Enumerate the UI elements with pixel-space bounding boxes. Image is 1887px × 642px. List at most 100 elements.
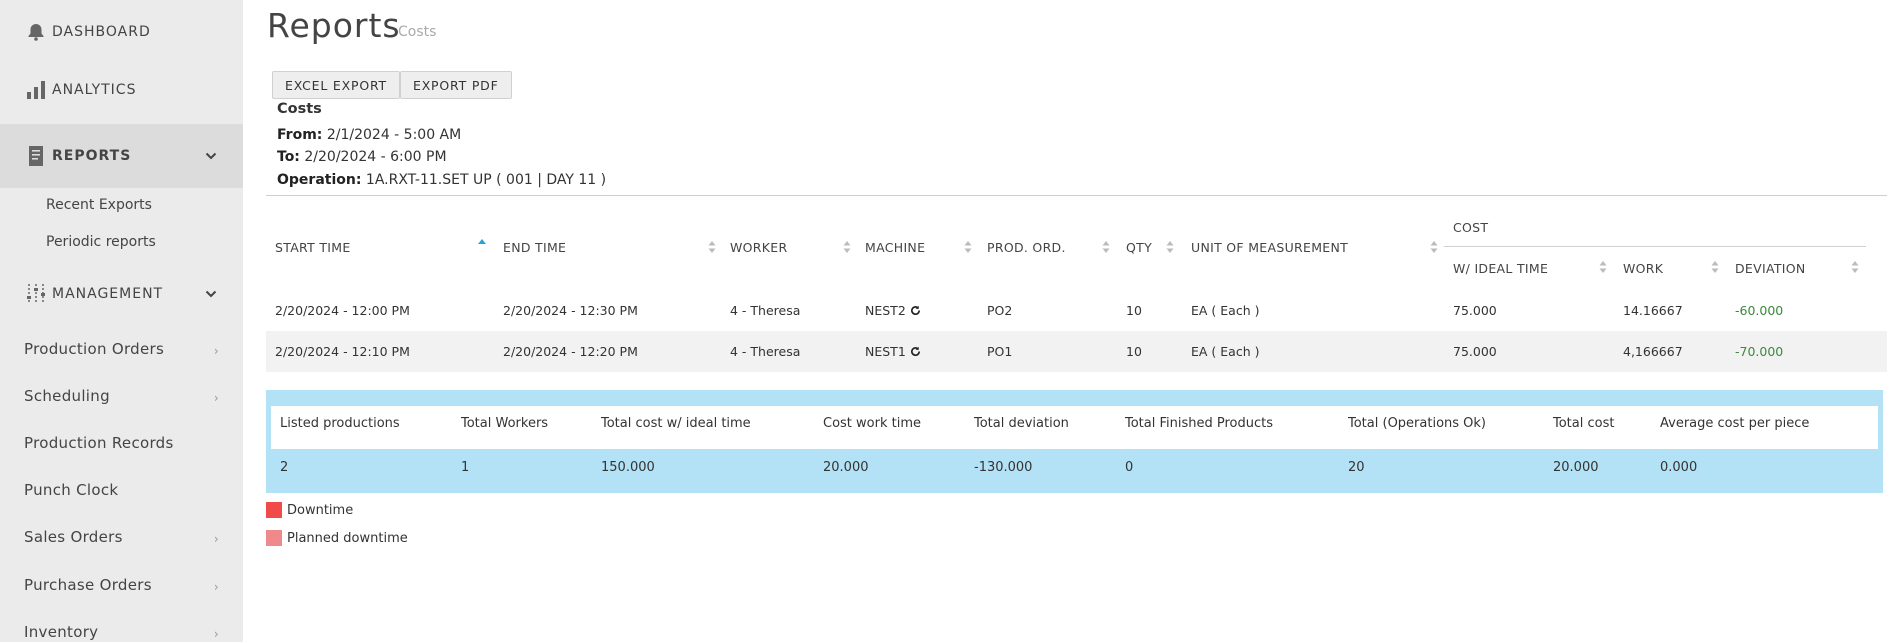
col-end-time[interactable]: END TIME	[503, 240, 566, 255]
cell-prod-ord: PO1	[987, 344, 1013, 359]
col-qty[interactable]: QTY	[1126, 240, 1152, 255]
page-subtitle: Costs	[398, 24, 437, 40]
cell-deviation: -60.000	[1735, 303, 1784, 318]
refresh-icon[interactable]	[910, 303, 921, 318]
nav-purchase-orders-label: Purchase Orders	[24, 576, 152, 594]
chevron-right-icon: ›	[213, 344, 219, 358]
sort-icon[interactable]	[1710, 260, 1720, 274]
legend-planned-downtime: Planned downtime	[266, 530, 408, 546]
cost-group-divider	[1444, 246, 1866, 247]
operation-label: Operation:	[277, 172, 362, 188]
sliders-icon	[24, 282, 48, 306]
sort-icon[interactable]	[1429, 240, 1439, 254]
summary-value: 20.000	[1553, 460, 1599, 475]
nav-punch-clock[interactable]: Punch Clock	[24, 481, 219, 499]
cell-ideal-time: 75.000	[1453, 303, 1497, 318]
page-title: Reports	[267, 6, 401, 45]
nav-production-records[interactable]: Production Records	[24, 434, 219, 452]
summary-value: 2	[280, 460, 289, 475]
nav-sales-orders[interactable]: Sales Orders ›	[24, 528, 219, 546]
cell-worker: 4 - Theresa	[730, 344, 801, 359]
report-operation: Operation: 1A.RXT-11.SET UP ( 001 | DAY …	[277, 172, 606, 188]
summary-value: 0.000	[1660, 460, 1698, 475]
sort-icon[interactable]	[963, 240, 973, 254]
cell-uom: EA ( Each )	[1191, 303, 1260, 318]
sidebar: DASHBOARD ANALYTICS REPORTS Recent Expor…	[0, 0, 243, 642]
export-pdf-button[interactable]: EXPORT PDF	[400, 71, 512, 99]
sort-icon[interactable]	[1850, 260, 1860, 274]
summary-header: Average cost per piece	[1660, 416, 1810, 431]
cell-deviation: -70.000	[1735, 344, 1784, 359]
chevron-right-icon: ›	[213, 391, 219, 405]
report-from: From: 2/1/2024 - 5:00 AM	[277, 127, 461, 143]
sort-icon[interactable]	[1598, 260, 1608, 274]
sort-asc-icon[interactable]	[477, 237, 487, 251]
sort-icon[interactable]	[1165, 240, 1175, 254]
refresh-icon[interactable]	[910, 344, 921, 359]
nav-periodic-reports[interactable]: Periodic reports	[46, 234, 156, 250]
sort-icon[interactable]	[1101, 240, 1111, 254]
legend-downtime: Downtime	[266, 502, 353, 518]
col-machine[interactable]: MACHINE	[865, 240, 925, 255]
legend-label: Planned downtime	[287, 530, 408, 546]
chevron-right-icon: ›	[213, 627, 219, 641]
legend-label: Downtime	[287, 502, 354, 518]
legend-swatch	[266, 530, 282, 546]
to-value: 2/20/2024 - 6:00 PM	[304, 149, 447, 165]
summary-value: 0	[1125, 460, 1134, 475]
summary-value: 1	[461, 460, 470, 475]
nav-dashboard[interactable]: DASHBOARD	[0, 0, 243, 64]
bar-chart-icon	[24, 78, 48, 102]
col-unit-of-measurement[interactable]: UNIT OF MEASUREMENT	[1191, 240, 1348, 255]
nav-analytics[interactable]: ANALYTICS	[0, 58, 243, 122]
summary-value: -130.000	[974, 460, 1033, 475]
nav-recent-exports[interactable]: Recent Exports	[46, 197, 152, 213]
divider	[266, 195, 1887, 196]
nav-inventory-label: Inventory	[24, 623, 99, 641]
nav-reports[interactable]: REPORTS	[0, 124, 243, 188]
col-worker[interactable]: WORKER	[730, 240, 787, 255]
chevron-right-icon: ›	[213, 532, 219, 546]
nav-scheduling[interactable]: Scheduling ›	[24, 387, 219, 405]
cell-start-time: 2/20/2024 - 12:10 PM	[275, 344, 410, 359]
summary-value: 20	[1348, 460, 1365, 475]
col-ideal-time[interactable]: W/ IDEAL TIME	[1453, 261, 1548, 276]
summary-header: Total cost w/ ideal time	[601, 416, 751, 431]
machine-name: NEST1	[865, 344, 906, 359]
nav-purchase-orders[interactable]: Purchase Orders ›	[24, 576, 219, 594]
bell-icon	[24, 20, 48, 44]
main-content: Reports Costs EXCEL EXPORT EXPORT PDF Co…	[243, 0, 1887, 642]
col-work[interactable]: WORK	[1623, 261, 1663, 276]
summary-header: Listed productions	[280, 416, 400, 431]
nav-production-records-label: Production Records	[24, 434, 174, 452]
col-deviation[interactable]: DEVIATION	[1735, 261, 1806, 276]
summary-value: 20.000	[823, 460, 869, 475]
nav-inventory[interactable]: Inventory ›	[24, 623, 219, 641]
nav-management[interactable]: MANAGEMENT	[0, 262, 243, 326]
table-row[interactable]: 2/20/2024 - 12:00 PM 2/20/2024 - 12:30 P…	[266, 290, 1887, 331]
col-start-time[interactable]: START TIME	[275, 240, 351, 255]
cell-machine: NEST1	[865, 344, 921, 359]
cell-end-time: 2/20/2024 - 12:20 PM	[503, 344, 638, 359]
cell-start-time: 2/20/2024 - 12:00 PM	[275, 303, 410, 318]
nav-management-label: MANAGEMENT	[52, 286, 164, 302]
cell-end-time: 2/20/2024 - 12:30 PM	[503, 303, 638, 318]
from-value: 2/1/2024 - 5:00 AM	[326, 127, 462, 143]
nav-analytics-label: ANALYTICS	[52, 82, 137, 98]
nav-reports-label: REPORTS	[52, 148, 132, 164]
excel-export-button[interactable]: EXCEL EXPORT	[272, 71, 400, 99]
nav-dashboard-label: DASHBOARD	[52, 24, 151, 40]
col-prod-ord[interactable]: PROD. ORD.	[987, 240, 1066, 255]
sort-icon[interactable]	[842, 240, 852, 254]
machine-name: NEST2	[865, 303, 906, 318]
sort-icon[interactable]	[707, 240, 717, 254]
summary-panel: Listed productions Total Workers Total c…	[266, 390, 1883, 493]
cell-prod-ord: PO2	[987, 303, 1013, 318]
document-icon	[24, 144, 48, 168]
summary-value: 150.000	[601, 460, 655, 475]
table-row[interactable]: 2/20/2024 - 12:10 PM 2/20/2024 - 12:20 P…	[266, 331, 1887, 372]
nav-production-orders[interactable]: Production Orders ›	[24, 340, 219, 358]
chevron-down-icon	[205, 150, 217, 166]
summary-header: Total Workers	[461, 416, 549, 431]
summary-header: Total (Operations Ok)	[1348, 416, 1486, 431]
